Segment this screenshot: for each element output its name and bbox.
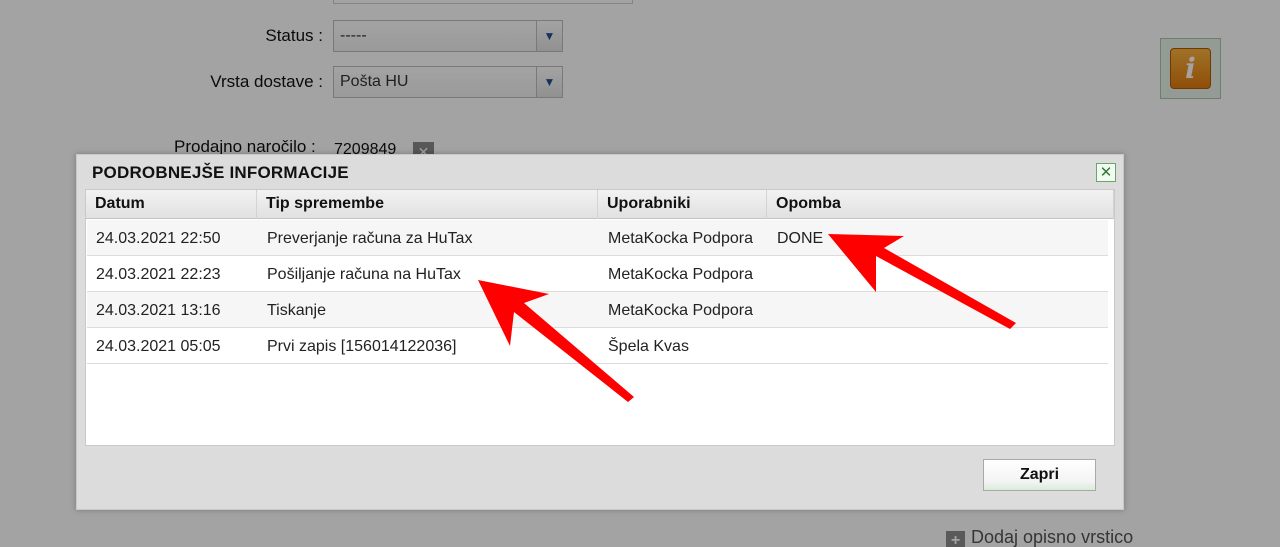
cell-user: Špela Kvas [608,338,689,355]
column-header-change-type[interactable]: Tip spremembe [257,190,598,219]
cell-note: DONE [777,230,824,247]
cell-change-type: Pošiljanje računa na HuTax [267,266,461,283]
close-icon[interactable]: ✕ [1096,163,1116,182]
cell-user: MetaKocka Podpora [608,266,753,283]
cell-user: MetaKocka Podpora [608,230,753,247]
modal-title: PODROBNEJŠE INFORMACIJE [92,163,349,182]
column-header-users[interactable]: Uporabniki [598,190,767,219]
close-button[interactable]: Zapri [983,459,1096,491]
cell-change-type: Preverjanje računa za HuTax [267,230,473,247]
table-row[interactable]: 24.03.2021 22:23 Pošiljanje računa na Hu… [87,256,1108,292]
cell-date: 24.03.2021 22:23 [96,266,221,283]
cell-user: MetaKocka Podpora [608,302,753,319]
cell-note [768,328,1115,364]
cell-date: 24.03.2021 22:50 [96,230,221,247]
table-row[interactable]: 24.03.2021 22:50 Preverjanje računa za H… [87,220,1108,256]
table-header: Datum Tip spremembe Uporabniki Opomba [86,190,1114,219]
cell-date: 24.03.2021 13:16 [96,302,221,319]
history-table: Datum Tip spremembe Uporabniki Opomba 24… [85,189,1115,446]
cell-change-type: Tiskanje [267,302,326,319]
table-row[interactable]: 24.03.2021 13:16 Tiskanje MetaKocka Podp… [87,292,1108,328]
column-header-note[interactable]: Opomba [767,190,1114,219]
column-header-date[interactable]: Datum [86,190,257,219]
details-modal: PODROBNEJŠE INFORMACIJE ✕ Datum Tip spre… [76,154,1124,510]
cell-note [768,256,1115,292]
cell-note [768,292,1115,328]
table-row[interactable]: 24.03.2021 05:05 Prvi zapis [15601412203… [87,328,1108,364]
cell-change-type: Prvi zapis [156014122036] [267,338,457,355]
cell-date: 24.03.2021 05:05 [96,338,221,355]
